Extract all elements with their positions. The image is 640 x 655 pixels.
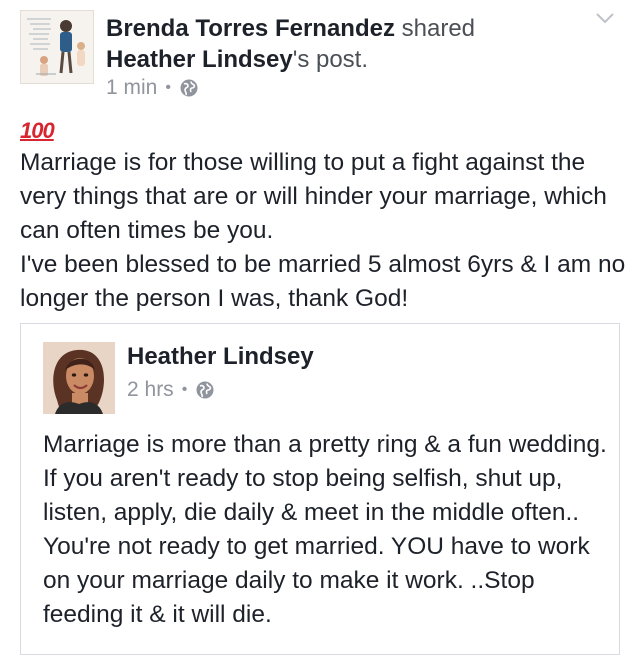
sharer-name[interactable]: Brenda Torres Fernandez — [106, 15, 395, 42]
header-line-1: Brenda Torres Fernandez shared — [106, 13, 475, 44]
post-header: Brenda Torres Fernandez shared Heather L… — [0, 0, 640, 112]
meta-separator: • — [165, 79, 171, 96]
globe-icon[interactable] — [195, 380, 215, 400]
shared-post-body: Marriage is more than a pretty ring & a … — [43, 428, 613, 632]
shared-author-avatar-portrait — [43, 342, 115, 414]
post-body: Marriage is for those willing to put a f… — [20, 146, 630, 316]
shared-post-card[interactable]: Heather Lindsey 2 hrs • Marriage is more… — [20, 323, 620, 655]
shared-post-body-text: Marriage is more than a pretty ring & a … — [43, 431, 607, 628]
header-line-2: Heather Lindsey's post. — [106, 44, 475, 75]
shared-post-time[interactable]: 2 hrs — [127, 378, 174, 402]
sharer-avatar-illustration — [21, 11, 93, 83]
header-text: Brenda Torres Fernandez shared Heather L… — [106, 13, 475, 75]
chevron-down-icon[interactable] — [594, 10, 616, 26]
original-author-link[interactable]: Heather Lindsey — [106, 46, 293, 73]
globe-icon[interactable] — [179, 78, 199, 98]
post-body-line-2: I've been blessed to be married 5 almost… — [20, 251, 626, 312]
meta-separator: • — [181, 381, 188, 398]
post-body-line-1: Marriage is for those willing to put a f… — [20, 149, 607, 244]
post-meta: 1 min • — [106, 76, 199, 100]
shared-author-avatar[interactable] — [43, 342, 115, 414]
possessive-post-label[interactable]: 's post. — [293, 46, 368, 73]
sharer-avatar[interactable] — [20, 10, 94, 84]
shared-label: shared — [394, 15, 476, 42]
shared-post-meta: 2 hrs • — [127, 378, 215, 402]
post-time[interactable]: 1 min — [106, 76, 157, 100]
hundred-points-emoji: 100 — [20, 118, 55, 143]
shared-author-name[interactable]: Heather Lindsey — [127, 343, 314, 371]
